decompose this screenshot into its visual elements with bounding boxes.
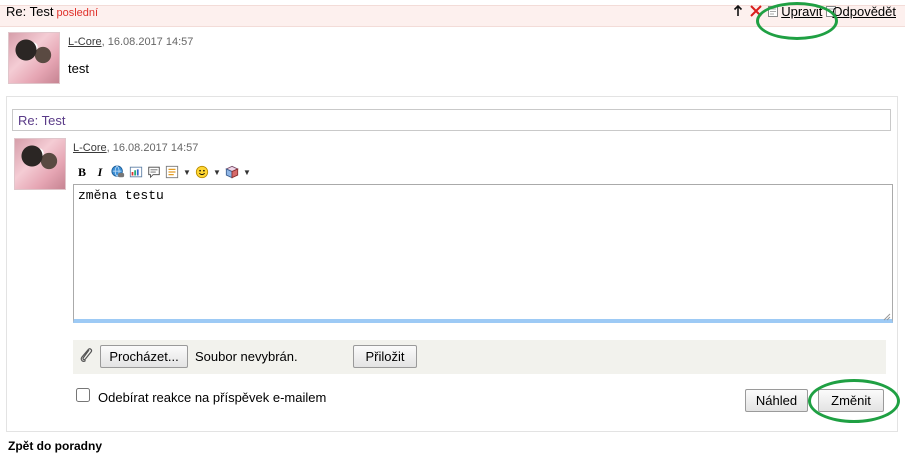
post-meta: L-Core, 16.08.2017 14:57 xyxy=(68,33,193,48)
submit-button-highlight xyxy=(808,379,900,423)
edit-date: , 16.08.2017 14:57 xyxy=(106,142,199,154)
italic-button[interactable]: I xyxy=(93,164,107,180)
image-icon[interactable] xyxy=(129,164,143,180)
edit-meta: L-Core, 16.08.2017 14:57 xyxy=(73,139,198,154)
post-title-text: Re: Test xyxy=(6,4,54,19)
subscribe-label: Odebírat reakce na příspěvek e-mailem xyxy=(98,390,327,405)
list-icon[interactable] xyxy=(165,164,179,180)
chevron-down-icon[interactable]: ▼ xyxy=(183,168,191,177)
link-icon[interactable] xyxy=(111,164,125,180)
chevron-down-icon[interactable]: ▼ xyxy=(213,168,221,177)
edit-link-highlight xyxy=(756,2,838,40)
smiley-icon[interactable] xyxy=(195,164,209,180)
chevron-down-icon[interactable]: ▼ xyxy=(243,168,251,177)
post-date: , 16.08.2017 14:57 xyxy=(101,36,194,48)
preview-button[interactable]: Náhled xyxy=(745,389,808,412)
avatar xyxy=(8,32,60,84)
media-icon[interactable] xyxy=(225,164,239,180)
latest-badge: poslední xyxy=(56,7,99,19)
quote-icon[interactable] xyxy=(147,164,161,180)
post-title: Re: Test poslední xyxy=(6,4,98,19)
paperclip-icon xyxy=(78,346,94,364)
browse-button[interactable]: Procházet... xyxy=(100,345,188,368)
avatar xyxy=(14,138,66,190)
attach-button[interactable]: Přiložit xyxy=(353,345,417,368)
resize-grip-icon[interactable] xyxy=(882,309,891,321)
subject-input[interactable] xyxy=(12,109,891,131)
bold-button[interactable]: B xyxy=(75,164,89,180)
author-link[interactable]: L-Core xyxy=(68,36,102,48)
file-status: Soubor nevybrán. xyxy=(195,349,298,364)
back-link[interactable]: Zpět do poradny xyxy=(8,439,102,453)
subscribe-checkbox[interactable] xyxy=(76,388,90,402)
editor-toolbar: B I ▼ ▼ ▼ xyxy=(75,163,251,181)
author-link[interactable]: L-Core xyxy=(73,142,107,154)
message-editor[interactable] xyxy=(73,184,893,323)
reply-link[interactable]: Odpovědět xyxy=(832,4,896,19)
up-arrow-icon[interactable] xyxy=(731,4,745,18)
post-body: test xyxy=(68,61,89,76)
